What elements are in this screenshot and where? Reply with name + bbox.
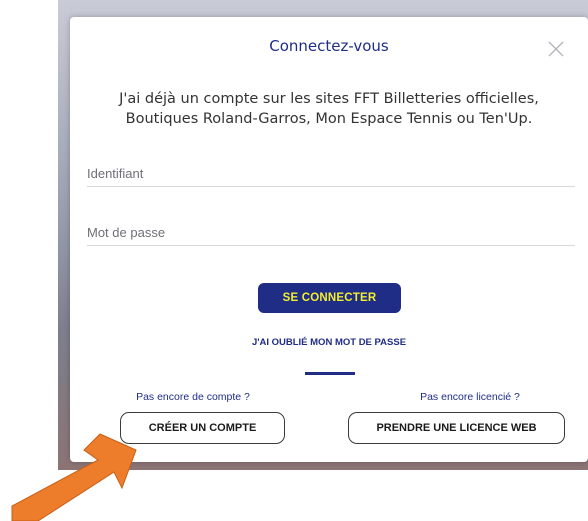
login-button[interactable]: SE CONNECTER (258, 283, 401, 313)
modal-title: Connectez-vous (269, 37, 389, 55)
username-input[interactable] (87, 160, 575, 187)
intro-line-1: J'ai déjà un compte sur les sites FFT Bi… (119, 91, 539, 107)
intro-line-2: Boutiques Roland-Garros, Mon Espace Tenn… (125, 111, 533, 127)
password-input[interactable] (87, 219, 575, 246)
intro-text: J'ai déjà un compte sur les sites FFT Bi… (70, 89, 588, 129)
forgot-password-link[interactable]: J'AI OUBLIÉ MON MOT DE PASSE (70, 337, 588, 348)
login-modal: Connectez-vous J'ai déjà un compte sur l… (70, 17, 588, 462)
divider (305, 372, 355, 375)
close-icon[interactable] (548, 41, 564, 57)
no-account-hint: Pas encore de compte ? (136, 391, 250, 403)
no-licence-hint: Pas encore licencié ? (420, 391, 520, 403)
annotation-arrow-icon (11, 433, 137, 521)
web-licence-button[interactable]: PRENDRE UNE LICENCE WEB (348, 412, 565, 444)
